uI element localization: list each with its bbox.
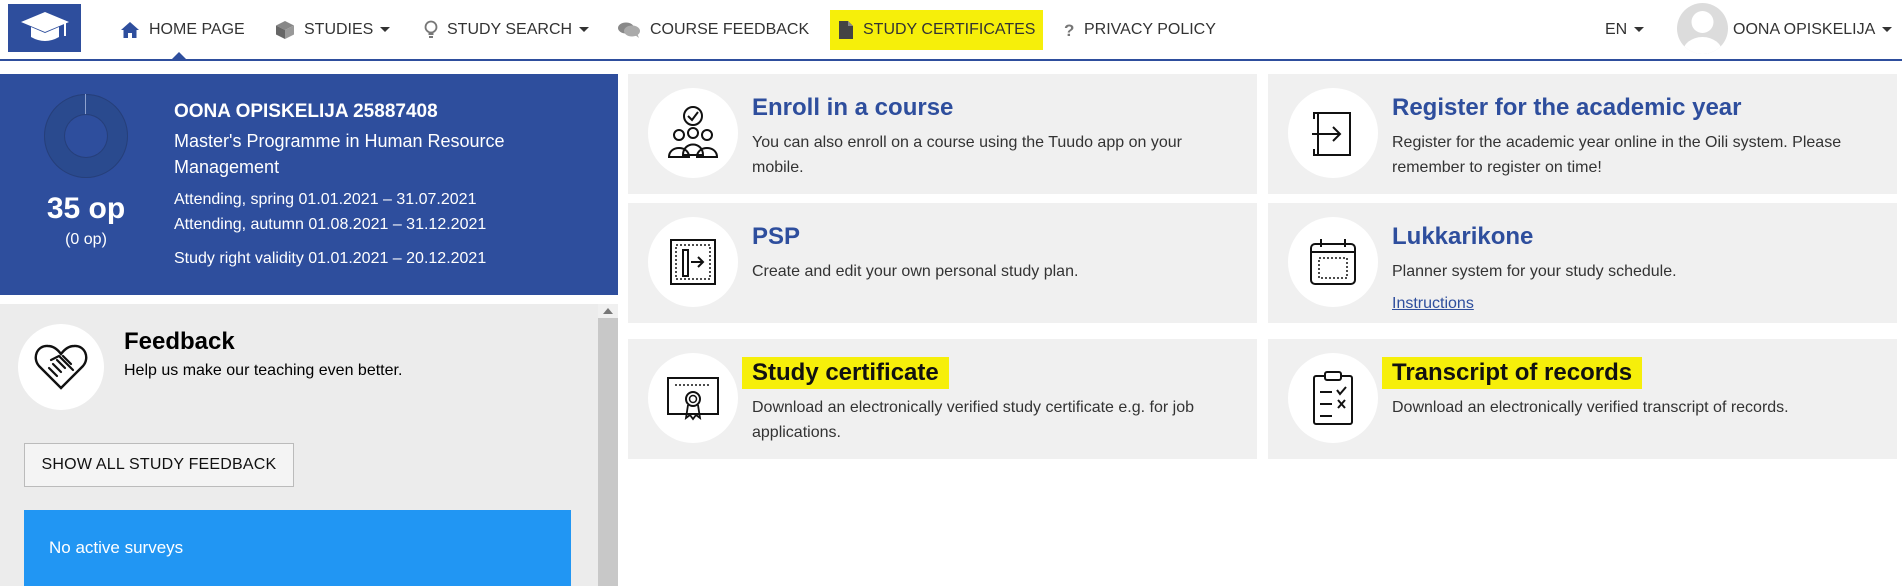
tile-title[interactable]: Transcript of records xyxy=(1382,357,1643,389)
tile-title[interactable]: Lukkarikone xyxy=(1392,223,1533,251)
student-profile-card: 35 op (0 op) OONA OPISKELIJA 25887408 Ma… xyxy=(0,74,618,295)
scroll-thumb[interactable] xyxy=(598,318,618,586)
login-arrow-icon xyxy=(1312,112,1351,156)
language-selector[interactable]: EN xyxy=(1605,0,1645,59)
university-logo[interactable] xyxy=(8,4,81,52)
chevron-down-icon xyxy=(1634,27,1645,32)
study-programme: Master's Programme in Human Resource Man… xyxy=(174,131,505,177)
feedback-icon-circle xyxy=(18,324,104,410)
nav-home-page[interactable]: HOME PAGE xyxy=(120,0,245,59)
people-check-icon xyxy=(667,106,719,158)
tile-description: Create and edit your own personal study … xyxy=(752,263,1079,280)
attending-autumn: Attending, autumn 01.08.2021 – 31.12.202… xyxy=(174,216,487,233)
chevron-down-icon xyxy=(380,27,391,32)
language-label: EN xyxy=(1605,20,1628,38)
feedback-panel: Feedback Help us make our teaching even … xyxy=(0,304,618,586)
nav-label: STUDY SEARCH xyxy=(447,20,573,38)
tile-description: Download an electronically verified stud… xyxy=(752,399,1194,441)
svg-text:?: ? xyxy=(1064,21,1074,39)
tile-title[interactable]: PSP xyxy=(752,223,800,251)
nav-study-search[interactable]: STUDY SEARCH xyxy=(424,0,590,59)
cube-icon xyxy=(276,20,294,39)
handshake-heart-icon xyxy=(34,344,88,390)
tile-lukkarikone[interactable]: Lukkarikone Planner system for your stud… xyxy=(1268,203,1897,323)
user-name: OONA OPISKELIJA xyxy=(1733,20,1876,38)
plan-arrow-icon xyxy=(670,239,716,285)
nav-privacy-policy[interactable]: ? PRIVACY POLICY xyxy=(1063,0,1216,59)
tile-description: Download an electronically verified tran… xyxy=(1392,399,1789,416)
top-navigation: HOME PAGE STUDIES STUDY SEARCH COURSE FE… xyxy=(0,0,1902,61)
tile-title[interactable]: Register for the academic year xyxy=(1392,94,1742,122)
tile-study-certificate[interactable]: Study certificate Download an electronic… xyxy=(628,339,1257,459)
home-icon xyxy=(121,21,139,38)
nav-study-certificates[interactable]: STUDY CERTIFICATES xyxy=(830,0,1044,59)
tile-icon-circle xyxy=(648,88,738,178)
avatar[interactable] xyxy=(1677,3,1728,54)
tile-description: Register for the academic year online in… xyxy=(1392,134,1842,176)
active-page-marker xyxy=(170,52,188,61)
tile-enroll-course[interactable]: Enroll in a course You can also enroll o… xyxy=(628,74,1257,194)
lightbulb-icon xyxy=(424,20,438,38)
attending-spring: Attending, spring 01.01.2021 – 31.07.202… xyxy=(174,191,477,208)
student-name-id: OONA OPISKELIJA 25887408 xyxy=(174,101,438,122)
no-surveys-alert: No active surveys xyxy=(24,510,571,586)
chevron-down-icon xyxy=(1882,27,1893,32)
tile-icon-circle xyxy=(648,353,738,443)
nav-label: PRIVACY POLICY xyxy=(1084,20,1216,38)
feedback-subtitle: Help us make our teaching even better. xyxy=(124,362,403,379)
calendar-icon xyxy=(1310,239,1356,285)
chevron-down-icon xyxy=(579,27,590,32)
study-right-validity: Study right validity 01.01.2021 – 20.12.… xyxy=(174,250,487,267)
nav-label: COURSE FEEDBACK xyxy=(650,20,810,38)
chat-bubbles-icon xyxy=(618,22,640,38)
tile-psp[interactable]: PSP Create and edit your own personal st… xyxy=(628,203,1257,323)
nav-label: HOME PAGE xyxy=(149,20,245,38)
credits-total: 35 op xyxy=(46,192,126,225)
nav-label: STUDIES xyxy=(304,20,374,38)
nav-course-feedback[interactable]: COURSE FEEDBACK xyxy=(617,0,809,59)
certificate-icon xyxy=(667,377,719,421)
user-menu[interactable]: OONA OPISKELIJA xyxy=(1733,0,1893,59)
tile-icon-circle xyxy=(1288,217,1378,307)
feedback-scrollbar[interactable] xyxy=(598,304,618,586)
scroll-up-arrow-icon[interactable] xyxy=(603,308,613,314)
feedback-title: Feedback xyxy=(124,328,235,355)
document-icon xyxy=(839,20,853,39)
tile-register-academic-year[interactable]: Register for the academic year Register … xyxy=(1268,74,1897,194)
credits-progress-ring xyxy=(44,94,128,178)
credits-sub: (0 op) xyxy=(65,231,107,248)
tile-description: You can also enroll on a course using th… xyxy=(752,134,1182,176)
highlight-box: STUDY CERTIFICATES xyxy=(830,9,1044,50)
show-all-feedback-button[interactable]: SHOW ALL STUDY FEEDBACK xyxy=(24,443,294,487)
graduation-cap-icon xyxy=(20,12,69,41)
tile-icon-circle xyxy=(1288,353,1378,443)
tile-icon-circle xyxy=(1288,88,1378,178)
tile-title[interactable]: Enroll in a course xyxy=(752,94,953,122)
tile-title[interactable]: Study certificate xyxy=(742,357,949,389)
nav-studies[interactable]: STUDIES xyxy=(275,0,391,59)
tile-description: Planner system for your study schedule. xyxy=(1392,263,1677,280)
nav-label: STUDY CERTIFICATES xyxy=(863,20,1036,38)
checklist-icon xyxy=(1313,371,1353,425)
tile-icon-circle xyxy=(648,217,738,307)
question-icon: ? xyxy=(1064,21,1074,39)
instructions-link[interactable]: Instructions xyxy=(1392,295,1474,313)
user-silhouette-icon xyxy=(1682,11,1723,54)
tile-transcript-of-records[interactable]: Transcript of records Download an electr… xyxy=(1268,339,1897,459)
